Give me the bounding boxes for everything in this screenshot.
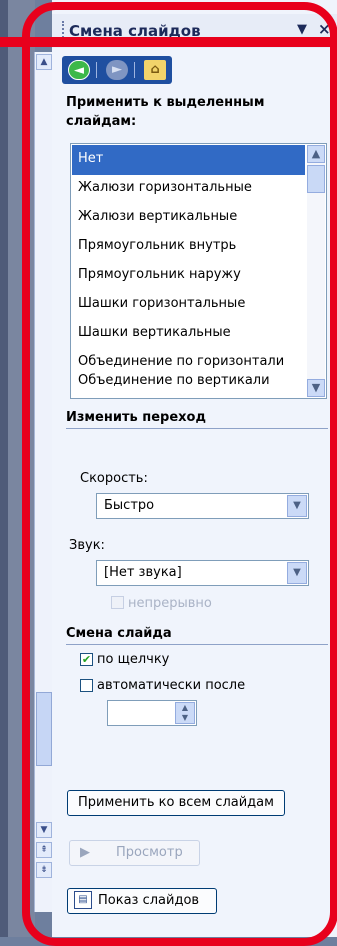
scroll-up-icon[interactable]: ▲ (36, 54, 52, 70)
on-click-checkbox[interactable]: ✔ (80, 653, 93, 666)
chevron-down-icon[interactable]: ▼ (287, 562, 307, 584)
preview-label: Просмотр (116, 845, 183, 860)
list-scroll-thumb[interactable] (307, 165, 325, 193)
sound-value: [Нет звука] (104, 565, 182, 580)
back-icon[interactable]: ◄ (68, 60, 90, 80)
apply-heading-line2: слайдам: (66, 114, 137, 129)
scroll-down-icon[interactable]: ▼ (307, 379, 325, 397)
scroll-thumb[interactable] (36, 692, 52, 766)
speed-select[interactable]: Быстро ▼ (96, 493, 309, 519)
list-item[interactable]: Шашки горизонтальные (72, 290, 305, 320)
pane-menu-icon[interactable]: ▼ (297, 22, 307, 37)
transition-list[interactable]: Нет Жалюзи горизонтальные Жалюзи вертика… (70, 143, 327, 399)
chevron-down-icon[interactable]: ▼ (287, 495, 307, 517)
annotation-line (0, 37, 337, 47)
list-scrollbar[interactable]: ▲ ▼ (307, 145, 325, 397)
scroll-up-icon[interactable]: ▲ (307, 145, 325, 163)
home-icon[interactable]: ⌂ (144, 60, 166, 80)
speed-value: Быстро (104, 498, 155, 513)
apply-all-button[interactable]: Применить ко всем слайдам (67, 790, 285, 816)
loop-label-text: непрерывно (128, 596, 212, 611)
list-item[interactable]: Нет (72, 145, 305, 175)
list-item[interactable]: Шашки вертикальные (72, 319, 305, 349)
preview-button[interactable]: ▶ Просмотр (69, 840, 200, 866)
speed-label: Скорость: (80, 471, 148, 486)
list-item[interactable]: Жалюзи горизонтальные (72, 174, 305, 204)
list-item[interactable]: Объединение по вертикали (72, 367, 305, 397)
auto-label[interactable]: автоматически после (97, 678, 245, 693)
sound-select[interactable]: [Нет звука] ▼ (96, 560, 309, 586)
slideshow-icon: ▤ (74, 891, 92, 909)
close-icon[interactable]: × (318, 20, 331, 38)
section-divider (66, 428, 328, 429)
slideshow-label: Показ слайдов (98, 893, 200, 908)
play-icon: ▶ (80, 845, 90, 860)
spinner-icon[interactable]: ▲ ▼ (175, 702, 195, 724)
section-divider (66, 644, 328, 645)
on-click-label[interactable]: по щелчку (97, 652, 169, 667)
auto-time-spinner[interactable]: ▲ ▼ (107, 700, 197, 726)
sound-label: Звук: (69, 538, 105, 553)
next-slide-icon[interactable]: ⇟ (36, 862, 52, 878)
auto-checkbox[interactable] (80, 679, 93, 692)
modify-heading: Изменить переход (66, 410, 206, 425)
previous-slide-icon[interactable]: ⇞ (36, 842, 52, 858)
forward-icon[interactable]: ► (106, 60, 128, 80)
navigation-toolbar: ◄ ► ⌂ (62, 56, 172, 84)
left-scrollbar[interactable]: ▲ ▼ ⇞ ⇟ (34, 52, 53, 912)
scroll-down-icon[interactable]: ▼ (36, 822, 52, 838)
slideshow-button[interactable]: ▤ Показ слайдов (67, 888, 217, 914)
list-item[interactable]: Прямоугольник наружу (72, 261, 305, 291)
list-item[interactable]: Жалюзи вертикальные (72, 203, 305, 233)
window-edge (0, 0, 8, 937)
advance-heading: Смена слайда (66, 626, 172, 641)
loop-checkbox (111, 596, 124, 609)
apply-heading-line1: Применить к выделенным (66, 95, 265, 110)
list-item[interactable]: Прямоугольник внутрь (72, 232, 305, 262)
